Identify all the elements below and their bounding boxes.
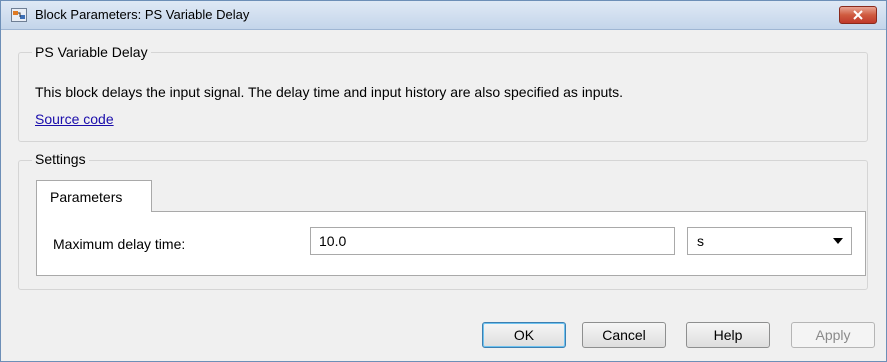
apply-button[interactable]: Apply <box>791 322 875 348</box>
simulink-block-icon <box>11 8 27 22</box>
max-delay-unit-value: s <box>697 233 704 249</box>
tab-parameters[interactable]: Parameters <box>36 180 152 212</box>
window-title: Block Parameters: PS Variable Delay <box>35 7 250 22</box>
help-button-label: Help <box>713 327 743 343</box>
chevron-down-icon <box>833 238 843 244</box>
close-button[interactable] <box>839 6 877 24</box>
parameters-panel: Maximum delay time: s <box>36 211 866 276</box>
tab-parameters-label: Parameters <box>50 188 123 205</box>
source-code-link[interactable]: Source code <box>35 111 114 127</box>
title-bar[interactable]: Block Parameters: PS Variable Delay <box>1 1 886 30</box>
max-delay-unit-select[interactable]: s <box>687 227 852 255</box>
block-description: This block delays the input signal. The … <box>35 84 624 100</box>
dialog-body: PS Variable Delay This block delays the … <box>6 32 881 357</box>
cancel-button-label: Cancel <box>602 327 646 343</box>
apply-button-label: Apply <box>815 327 851 343</box>
max-delay-label: Maximum delay time: <box>53 236 186 252</box>
close-icon <box>853 10 863 20</box>
settings-group-title: Settings <box>32 151 89 167</box>
ok-button-label: OK <box>513 327 535 343</box>
block-group-title: PS Variable Delay <box>32 44 151 60</box>
help-button[interactable]: Help <box>686 322 770 348</box>
dialog-window: Block Parameters: PS Variable Delay PS V… <box>0 0 887 362</box>
max-delay-input[interactable] <box>310 227 675 255</box>
ok-button[interactable]: OK <box>482 322 566 348</box>
cancel-button[interactable]: Cancel <box>582 322 666 348</box>
